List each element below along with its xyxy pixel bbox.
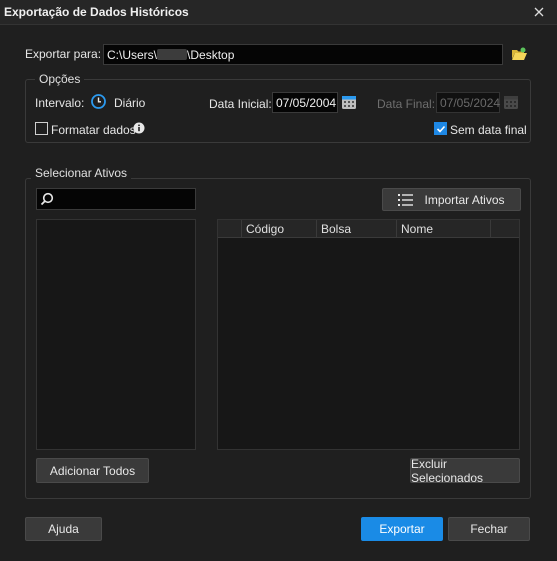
options-legend: Opções [35,72,85,86]
end-date-input: 07/05/2024 [436,92,500,113]
import-assets-label: Importar Ativos [424,192,505,207]
search-icon [40,192,54,206]
start-date-input[interactable]: 07/05/2004 [272,92,338,113]
no-end-date-checkbox[interactable] [434,122,447,135]
export-path-prefix: C:\Users\ [107,48,158,62]
export-button[interactable]: Exportar [361,517,443,541]
import-assets-button[interactable]: Importar Ativos [382,188,521,211]
clock-icon [91,94,106,109]
info-icon[interactable] [133,122,145,134]
close-icon [534,7,544,17]
export-path-label: Exportar para: [25,47,102,61]
calendar-icon [504,96,518,109]
interval-selector[interactable] [90,93,107,110]
select-assets-legend: Selecionar Ativos [31,166,132,180]
format-data-checkbox[interactable] [35,122,48,135]
folder-open-icon [512,47,527,60]
browse-folder-button[interactable] [510,45,530,65]
end-date-label: Data Final: [377,97,436,111]
available-assets-list[interactable] [36,219,196,450]
end-date-picker [503,94,519,110]
column-header-name[interactable]: Nome [397,220,491,238]
format-data-label: Formatar dados [51,123,136,137]
start-date-label: Data Inicial: [209,97,272,111]
column-header-exchange[interactable]: Bolsa [317,220,397,238]
close-button[interactable] [528,1,550,23]
interval-label: Intervalo: [35,96,85,110]
close-dialog-button[interactable]: Fechar [448,517,530,541]
list-icon [398,193,414,206]
help-button[interactable]: Ajuda [25,517,102,541]
column-header-code[interactable]: Código [242,220,317,238]
check-icon [436,125,445,133]
interval-value[interactable]: Diário [114,96,145,110]
calendar-icon [342,96,356,109]
remove-selected-button[interactable]: Excluir Selecionados [410,457,520,485]
add-all-button[interactable]: Adicionar Todos [36,458,149,483]
selected-assets-table[interactable]: Código Bolsa Nome [217,219,520,450]
no-end-date-label: Sem data final [450,123,527,137]
export-path-suffix: \Desktop [187,48,235,62]
export-path-field[interactable]: C:\Users\ \Desktop [103,44,503,65]
start-date-picker[interactable] [341,94,357,110]
column-header-select[interactable] [218,220,242,238]
redacted-username [157,49,188,60]
asset-search-input[interactable] [36,188,196,210]
window-title: Exportação de Dados Históricos [4,5,189,19]
